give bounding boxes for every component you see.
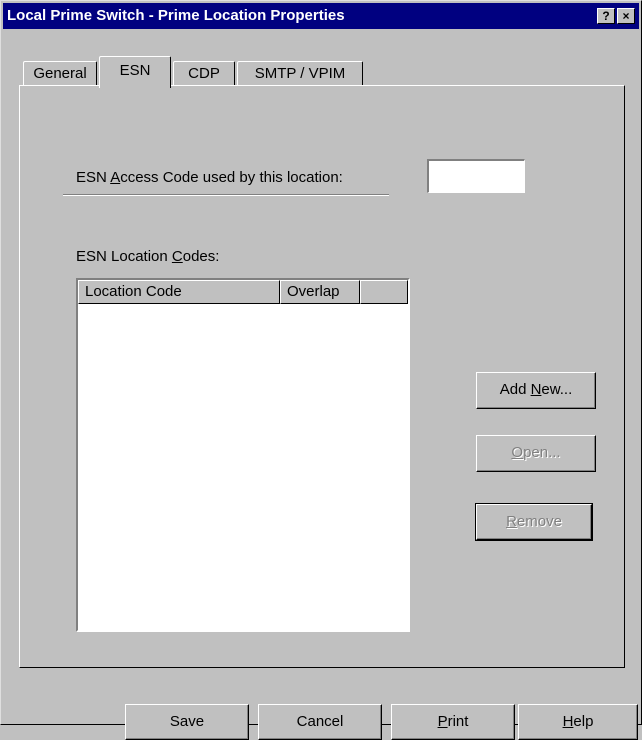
window-title: Local Prime Switch - Prime Location Prop… bbox=[7, 7, 345, 24]
help-label-post: elp bbox=[573, 713, 594, 730]
help-button[interactable]: Help bbox=[518, 704, 638, 740]
tab-smtp-vpim[interactable]: SMTP / VPIM bbox=[237, 61, 363, 86]
print-label-accel: P bbox=[437, 713, 448, 730]
properties-dialog: Local Prime Switch - Prime Location Prop… bbox=[0, 0, 642, 740]
close-title-button[interactable]: × bbox=[617, 8, 635, 24]
help-title-button[interactable]: ? bbox=[597, 8, 615, 24]
print-label-post: rint bbox=[447, 713, 469, 730]
cancel-button[interactable]: Cancel bbox=[258, 704, 382, 740]
esn-tab-panel bbox=[19, 85, 625, 668]
tab-cdp[interactable]: CDP bbox=[173, 61, 235, 86]
tab-esn[interactable]: ESN bbox=[99, 56, 171, 88]
help-label-accel: H bbox=[562, 713, 574, 730]
save-button[interactable]: Save bbox=[125, 704, 249, 740]
title-bar[interactable]: Local Prime Switch - Prime Location Prop… bbox=[3, 3, 639, 29]
tab-general[interactable]: General bbox=[23, 61, 97, 86]
print-button[interactable]: Print bbox=[391, 704, 515, 740]
